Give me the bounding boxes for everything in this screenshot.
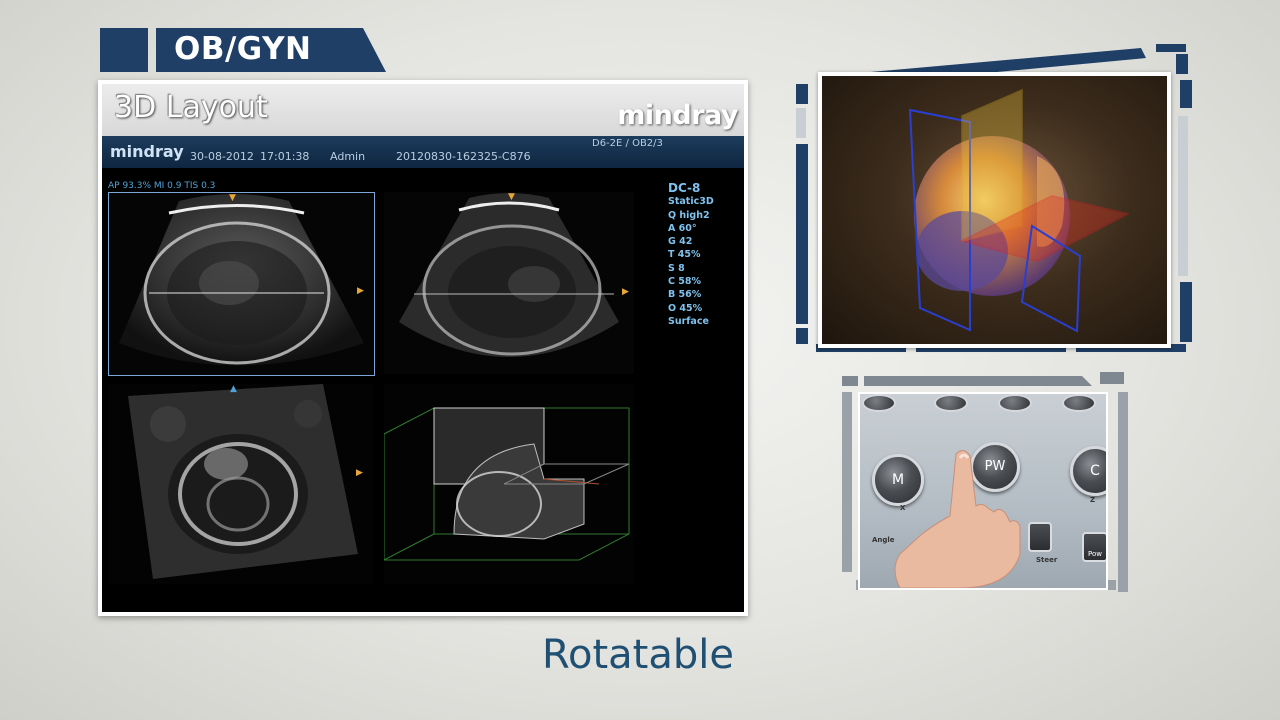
volume-box-image	[384, 407, 630, 561]
exam-time: 17:01:38	[260, 150, 310, 163]
layout-title: 3D Layout	[114, 90, 268, 125]
exam-date: 30-08-2012	[190, 150, 254, 163]
pointing-hand-image	[894, 450, 1021, 588]
ultrasound-screen: 3D Layout mindray mindray 30-08-2012 17:…	[98, 80, 748, 616]
ultrasound-image-a	[119, 194, 364, 366]
section-title: OB/GYN	[174, 31, 312, 67]
ultrasound-display: 3D Layout mindray mindray 30-08-2012 17:…	[102, 84, 744, 612]
exam-id: 20120830-162325-C876	[396, 150, 531, 163]
orientation-marker-top-c: ▲	[230, 384, 237, 394]
param-angle: A 60°	[668, 222, 697, 234]
param-render: Surface	[668, 315, 709, 327]
orientation-marker-right-b: ▶	[622, 287, 629, 297]
probe-preset: D6-2E / OB2/3	[592, 138, 663, 149]
param-opacity: O 45%	[668, 302, 703, 314]
param-contrast: C 58%	[668, 276, 702, 288]
orientation-marker-right-c: ▶	[356, 468, 363, 478]
orientation-marker-right: ▶	[357, 286, 364, 296]
layout-title-strip: 3D Layout mindray	[102, 84, 744, 136]
scanner-brand: mindray	[110, 142, 184, 161]
ultrasound-image-b	[399, 193, 619, 357]
mpr-view-b[interactable]: ▼ ▶	[384, 192, 634, 374]
param-quality: Q high2	[668, 209, 710, 221]
fetal-3d-render[interactable]	[818, 72, 1171, 348]
mindray-logo: mindray	[617, 100, 738, 131]
control-panel-photo[interactable]: M PW C X Z CW Steer Pow Angle	[858, 392, 1108, 590]
orientation-marker-top: ▼	[229, 193, 236, 203]
section-banner: OB/GYN	[156, 28, 386, 72]
orientation-marker-top-b: ▼	[508, 192, 515, 202]
param-gain: G 42	[668, 236, 693, 248]
param-threshold: T 45%	[668, 249, 701, 261]
param-brightness: B 56%	[668, 289, 702, 301]
param-model: DC-8	[668, 181, 701, 195]
acoustic-output-readout: AP 93.3% MI 0.9 TIS 0.3	[108, 181, 216, 191]
ultrasound-image-c	[128, 384, 358, 579]
banner-accent-block	[100, 28, 148, 72]
feature-caption: Rotatable	[542, 632, 734, 678]
mpr-view-c[interactable]: ▲ ▶	[108, 384, 373, 584]
operator-name: Admin	[330, 150, 366, 163]
param-smooth: S 8	[668, 262, 685, 274]
mpr-view-a[interactable]: ▼ ▶	[108, 192, 375, 376]
fetal-render-image	[908, 88, 1130, 333]
imaging-parameters: DC-8 Static3D Q high2 A 60° G 42 T 45% S…	[668, 181, 714, 328]
volume-render-view[interactable]	[384, 384, 634, 584]
param-mode: Static3D	[668, 196, 714, 208]
scanner-info-bar: mindray 30-08-2012 17:01:38 Admin 201208…	[102, 136, 744, 168]
